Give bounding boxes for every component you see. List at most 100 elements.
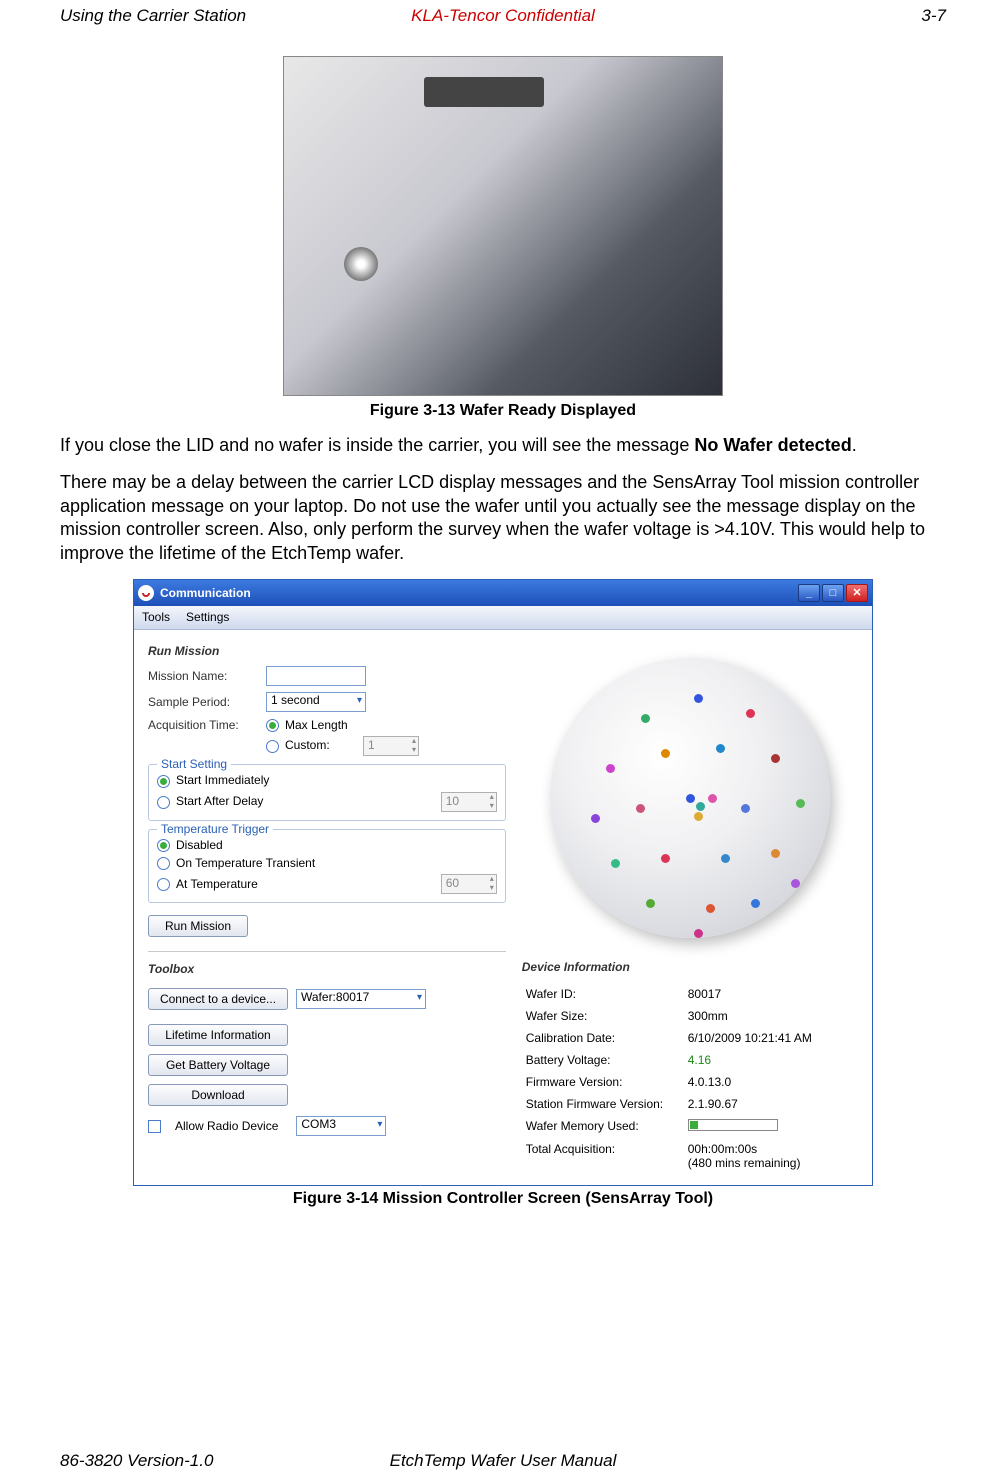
- para1-post: .: [852, 435, 857, 455]
- station-fw-label: Station Firmware Version:: [524, 1094, 684, 1114]
- sensor-dot: [746, 709, 755, 718]
- allow-radio-checkbox[interactable]: [148, 1120, 161, 1133]
- maximize-button[interactable]: □: [822, 584, 844, 602]
- device-info-title: Device Information: [522, 960, 858, 974]
- wafer-id-label: Wafer ID:: [524, 984, 684, 1004]
- start-immediately-radio[interactable]: [157, 775, 170, 788]
- fw-version-value: 4.0.13.0: [686, 1072, 856, 1092]
- sensor-dot: [706, 904, 715, 913]
- footer-manual-title: EtchTemp Wafer User Manual: [390, 1451, 617, 1471]
- header-page-number: 3-7: [921, 6, 946, 26]
- figure-3-13-caption: Figure 3-13 Wafer Ready Displayed: [60, 402, 946, 420]
- footer-version: 86-3820 Version-1.0: [60, 1451, 213, 1471]
- run-mission-button[interactable]: Run Mission: [148, 915, 248, 937]
- sensor-dot: [741, 804, 750, 813]
- figure-3-13-image: [283, 56, 723, 396]
- wafer-id-value: 80017: [686, 984, 856, 1004]
- mission-name-input[interactable]: [266, 666, 366, 686]
- max-length-radio[interactable]: [266, 719, 279, 732]
- max-length-label: Max Length: [285, 718, 348, 732]
- on-transient-label: On Temperature Transient: [176, 856, 315, 870]
- temp-spinner[interactable]: 60: [441, 874, 497, 894]
- sensor-dot: [636, 804, 645, 813]
- memory-usage-bar: [688, 1119, 778, 1131]
- figure-3-14-caption: Figure 3-14 Mission Controller Screen (S…: [60, 1190, 946, 1208]
- para1-bold: No Wafer detected: [694, 435, 851, 455]
- fw-version-label: Firmware Version:: [524, 1072, 684, 1092]
- disabled-radio[interactable]: [157, 839, 170, 852]
- window-titlebar[interactable]: Communication _ □ ✕: [134, 580, 872, 606]
- sensor-dot: [661, 749, 670, 758]
- at-temp-radio[interactable]: [157, 878, 170, 891]
- paragraph-no-wafer: If you close the LID and no wafer is ins…: [60, 434, 946, 457]
- custom-label: Custom:: [285, 738, 330, 752]
- paragraph-delay-warning: There may be a delay between the carrier…: [60, 471, 946, 565]
- toolbox-title: Toolbox: [148, 962, 506, 976]
- menu-tools[interactable]: Tools: [142, 610, 170, 624]
- disabled-label: Disabled: [176, 838, 223, 852]
- app-icon: [138, 585, 154, 601]
- wafer-sensor-map: [540, 650, 840, 950]
- cal-date-value: 6/10/2009 10:21:41 AM: [686, 1028, 856, 1048]
- sensor-dot: [694, 929, 703, 938]
- lifetime-info-button[interactable]: Lifetime Information: [148, 1024, 288, 1046]
- start-immediately-label: Start Immediately: [176, 773, 269, 787]
- sensor-dot: [771, 754, 780, 763]
- page-footer: 86-3820 Version-1.0 EtchTemp Wafer User …: [60, 1451, 946, 1471]
- sensor-dot: [791, 879, 800, 888]
- acq-time-label: Acquisition Time:: [148, 718, 258, 732]
- sensor-dot: [591, 814, 600, 823]
- window-title: Communication: [160, 586, 251, 600]
- total-acq-value: 00h:00m:00s(480 mins remaining): [686, 1139, 856, 1173]
- start-after-delay-label: Start After Delay: [176, 794, 263, 808]
- sensor-dot: [611, 859, 620, 868]
- header-confidential: KLA-Tencor Confidential: [411, 6, 595, 26]
- delay-spinner[interactable]: 10: [441, 792, 497, 812]
- sample-period-select[interactable]: 1 second: [266, 692, 366, 712]
- sensor-dot: [696, 802, 705, 811]
- station-fw-value: 2.1.90.67: [686, 1094, 856, 1114]
- start-setting-group: Start Setting Start Immediately Start Af…: [148, 764, 506, 820]
- download-button[interactable]: Download: [148, 1084, 288, 1106]
- custom-radio[interactable]: [266, 740, 279, 753]
- batt-voltage-label: Battery Voltage:: [524, 1050, 684, 1070]
- sensor-dot: [751, 899, 760, 908]
- sensor-dot: [646, 899, 655, 908]
- mem-used-label: Wafer Memory Used:: [524, 1116, 684, 1137]
- start-after-delay-radio[interactable]: [157, 796, 170, 809]
- at-temp-label: At Temperature: [176, 877, 258, 891]
- allow-radio-label: Allow Radio Device: [175, 1119, 278, 1133]
- start-setting-legend: Start Setting: [157, 757, 231, 771]
- page-header: Using the Carrier Station KLA-Tencor Con…: [60, 0, 946, 56]
- sensor-dot: [771, 849, 780, 858]
- temp-trigger-legend: Temperature Trigger: [157, 822, 273, 836]
- para1-pre: If you close the LID and no wafer is ins…: [60, 435, 694, 455]
- minimize-button[interactable]: _: [798, 584, 820, 602]
- cal-date-label: Calibration Date:: [524, 1028, 684, 1048]
- mission-name-label: Mission Name:: [148, 669, 258, 683]
- device-select[interactable]: Wafer:80017: [296, 989, 426, 1009]
- sensor-dot: [694, 694, 703, 703]
- sample-period-label: Sample Period:: [148, 695, 258, 709]
- on-transient-radio[interactable]: [157, 857, 170, 870]
- sensor-dot: [686, 794, 695, 803]
- menu-settings[interactable]: Settings: [186, 610, 229, 624]
- connect-button[interactable]: Connect to a device...: [148, 988, 288, 1010]
- get-battery-button[interactable]: Get Battery Voltage: [148, 1054, 288, 1076]
- mission-controller-window: Communication _ □ ✕ Tools Settings Run M…: [133, 579, 873, 1186]
- header-section: Using the Carrier Station: [60, 6, 246, 26]
- divider: [148, 951, 506, 952]
- batt-voltage-value: 4.16: [686, 1050, 856, 1070]
- sensor-dot: [716, 744, 725, 753]
- wafer-size-label: Wafer Size:: [524, 1006, 684, 1026]
- sensor-dot: [606, 764, 615, 773]
- com-port-select[interactable]: COM3: [296, 1116, 386, 1136]
- device-info-table: Wafer ID:80017 Wafer Size:300mm Calibrat…: [522, 982, 858, 1175]
- sensor-dot: [641, 714, 650, 723]
- temp-trigger-group: Temperature Trigger Disabled On Temperat…: [148, 829, 506, 904]
- sensor-dot: [721, 854, 730, 863]
- close-button[interactable]: ✕: [846, 584, 868, 602]
- sensor-dot: [694, 812, 703, 821]
- custom-spinner[interactable]: 1: [363, 736, 419, 756]
- wafer-size-value: 300mm: [686, 1006, 856, 1026]
